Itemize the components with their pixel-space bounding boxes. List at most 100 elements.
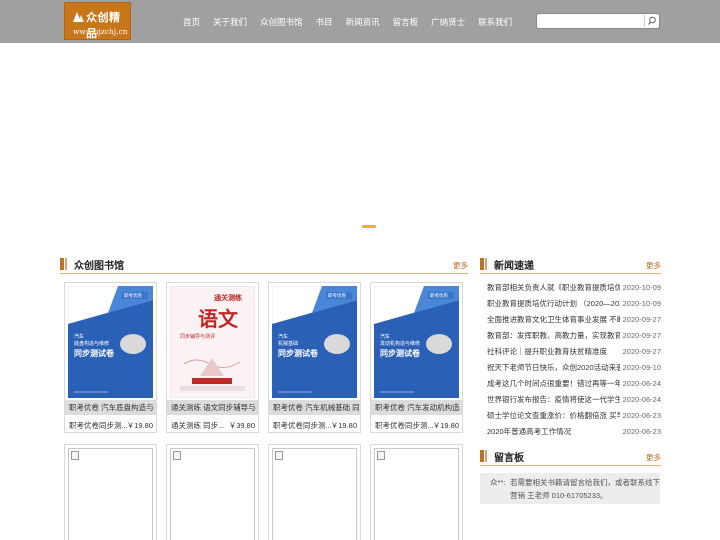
news-item-date: 2020-09-27: [622, 315, 661, 324]
news-item-title[interactable]: 职业教育提质培优行动计划 （2020—2023: [487, 296, 620, 312]
book-card[interactable]: 职考优卷 汽车 发动机构造与维修 同步测试卷 职考优卷 汽车发动机构造 职考优卷…: [370, 282, 463, 433]
cover-brand: 职考优卷: [430, 292, 448, 299]
news-item-title[interactable]: 硕士学位论文查重涨价：价格翻倍涨 买早还: [487, 408, 620, 424]
book-cover-image: 职考优卷 汽车 机械基础 同步测试卷: [272, 286, 357, 398]
news-list: 教育部相关负责人就《职业教育提质培优行 2020-10-09 职业教育提质培优行动…: [487, 280, 661, 440]
news-item-title[interactable]: 成考这几个时间点很重要！错过再等一年！: [487, 376, 620, 392]
book-card-placeholder[interactable]: [64, 444, 157, 540]
guestbook-more-link[interactable]: 更多: [646, 452, 661, 463]
nav-careers[interactable]: 广纳贤士: [431, 16, 465, 28]
nav-contact[interactable]: 联系我们: [478, 16, 512, 28]
cover-line1: 汽车: [74, 333, 84, 340]
news-item-date: 2020-09-27: [622, 331, 661, 340]
news-item-title[interactable]: 祝天下老师节日快乐，众创2020活动来袭。: [487, 360, 620, 376]
news-item[interactable]: 世界银行发布报告：疫情将使这一代学生损 2020-06-24: [487, 392, 661, 408]
book-price: ￥19.80: [126, 421, 153, 430]
cover-brand: 职考优卷: [328, 292, 346, 299]
guestbook-text-line2: 营销 王老师 010-61705233。: [510, 491, 608, 500]
cover-brand: 职考优卷: [124, 292, 142, 299]
section-marker: [480, 450, 484, 462]
book-title[interactable]: 职考优卷 汽车发动机构造: [371, 400, 462, 415]
book-card[interactable]: 通关测练 语文 同步辅导与测评 通关测练 语文同步辅导与 通关测练 同步... …: [166, 282, 259, 433]
news-section-header: 新闻速递 更多: [480, 254, 661, 274]
news-item-date: 2020-09-27: [622, 347, 661, 356]
broken-image: [272, 448, 357, 540]
news-item-date: 2020-09-10: [622, 363, 661, 372]
news-item[interactable]: 硕士学位论文查重涨价：价格翻倍涨 买早还 2020-06-23: [487, 408, 661, 424]
section-marker: [480, 258, 484, 270]
nav-home[interactable]: 首页: [183, 16, 200, 28]
news-item-title[interactable]: 2020年普通高考工作情况: [487, 424, 620, 440]
book-card-placeholder[interactable]: [166, 444, 259, 540]
guestbook-title: 留言板: [494, 453, 524, 464]
search-input[interactable]: [540, 15, 642, 27]
cover-line2: 同步辅导与测评: [180, 333, 215, 340]
search-box: [536, 13, 660, 29]
news-item[interactable]: 2020年普通高考工作情况 2020-06-23: [487, 424, 661, 440]
news-item[interactable]: 社科评论｜提升职业教育扶贫精准度 2020-09-27: [487, 344, 661, 360]
logo-people-icon: [73, 12, 84, 22]
guestbook-author: 众**:: [490, 478, 506, 487]
cover-line2: 发动机构造与维修: [380, 340, 420, 347]
broken-image-icon: [173, 451, 181, 460]
book-cover-image: 通关测练 语文 同步辅导与测评: [170, 286, 255, 398]
news-item-title[interactable]: 教育部：发挥职教、高教力量，实现教育脱: [487, 328, 620, 344]
nav-library[interactable]: 众创图书馆: [260, 16, 303, 28]
broken-image-icon: [377, 451, 385, 460]
book-price: ￥19.80: [432, 421, 459, 430]
news-more-link[interactable]: 更多: [646, 260, 661, 271]
news-item-date: 2020-06-24: [622, 395, 661, 404]
broken-image: [68, 448, 153, 540]
nav-about[interactable]: 关于我们: [213, 16, 247, 28]
news-item[interactable]: 教育部：发挥职教、高教力量，实现教育脱 2020-09-27: [487, 328, 661, 344]
news-item-date: 2020-10-09: [622, 283, 661, 292]
library-more-link[interactable]: 更多: [453, 260, 468, 271]
news-item[interactable]: 全面推进教育文化卫生体育事业发展 不断增 2020-09-27: [487, 312, 661, 328]
search-icon: [648, 16, 656, 25]
broken-image-icon: [275, 451, 283, 460]
guestbook-message: 众**: 若需要相关书籍请留言给我们，或者联系线下 营销 王老师 010-617…: [480, 473, 660, 504]
book-card-placeholder[interactable]: [370, 444, 463, 540]
section-marker: [65, 258, 67, 270]
main-nav: 首页 关于我们 众创图书馆 书目 新闻资讯 留言板 广纳贤士 联系我们: [183, 0, 525, 43]
news-item[interactable]: 职业教育提质培优行动计划 （2020—2023 2020-10-09: [487, 296, 661, 312]
news-item-title[interactable]: 教育部相关负责人就《职业教育提质培优行: [487, 280, 620, 296]
book-card-placeholder[interactable]: [268, 444, 361, 540]
news-item-date: 2020-06-24: [622, 379, 661, 388]
book-title[interactable]: 职考优卷 汽车机械基础 同: [269, 400, 360, 415]
cover-line1: 汽车: [380, 333, 390, 340]
news-title: 新闻速递: [494, 261, 534, 272]
section-marker: [60, 258, 64, 270]
news-item-date: 2020-10-09: [622, 299, 661, 308]
book-card[interactable]: 职考优卷 汽车 底盘构造与维修 同步测试卷 职考优卷 汽车底盘构造与 职考优卷同…: [64, 282, 157, 433]
book-price: ￥39.80: [228, 421, 255, 430]
book-cover-image: 职考优卷 汽车 发动机构造与维修 同步测试卷: [374, 286, 459, 398]
news-item-title[interactable]: 全面推进教育文化卫生体育事业发展 不断增: [487, 312, 620, 328]
news-item[interactable]: 祝天下老师节日快乐，众创2020活动来袭。 2020-09-10: [487, 360, 661, 376]
cover-big: 语文: [198, 307, 239, 331]
section-marker: [485, 258, 487, 270]
book-subtitle: 职考优卷同步测...: [375, 421, 434, 430]
cover-big: 同步测试卷: [74, 348, 115, 358]
library-title: 众创图书馆: [74, 261, 124, 272]
cover-line2: 底盘构造与维修: [74, 340, 109, 347]
hero-banner: [0, 43, 720, 240]
cover-line1: 汽车: [278, 333, 288, 340]
book-title[interactable]: 通关测练 语文同步辅导与: [167, 400, 258, 415]
news-item[interactable]: 教育部相关负责人就《职业教育提质培优行 2020-10-09: [487, 280, 661, 296]
book-cover-image: 职考优卷 汽车 底盘构造与维修 同步测试卷: [68, 286, 153, 398]
nav-news[interactable]: 新闻资讯: [346, 16, 380, 28]
logo[interactable]: 众创精品 www.bjzchj.cn: [64, 2, 131, 40]
search-button[interactable]: [644, 15, 658, 27]
logo-url: www.bjzchj.cn: [73, 27, 128, 36]
news-item[interactable]: 成考这几个时间点很重要！错过再等一年！ 2020-06-24: [487, 376, 661, 392]
news-item-title[interactable]: 社科评论｜提升职业教育扶贫精准度: [487, 344, 620, 360]
book-title[interactable]: 职考优卷 汽车底盘构造与: [65, 400, 156, 415]
carousel-indicator[interactable]: [362, 225, 376, 228]
nav-catalog[interactable]: 书目: [316, 16, 333, 28]
news-item-title[interactable]: 世界银行发布报告：疫情将使这一代学生损: [487, 392, 620, 408]
book-card[interactable]: 职考优卷 汽车 机械基础 同步测试卷 职考优卷 汽车机械基础 同 职考优卷同步测…: [268, 282, 361, 433]
nav-guestbook[interactable]: 留言板: [393, 16, 419, 28]
book-subtitle: 职考优卷同步测...: [69, 421, 128, 430]
cover-big: 同步测试卷: [380, 348, 421, 358]
